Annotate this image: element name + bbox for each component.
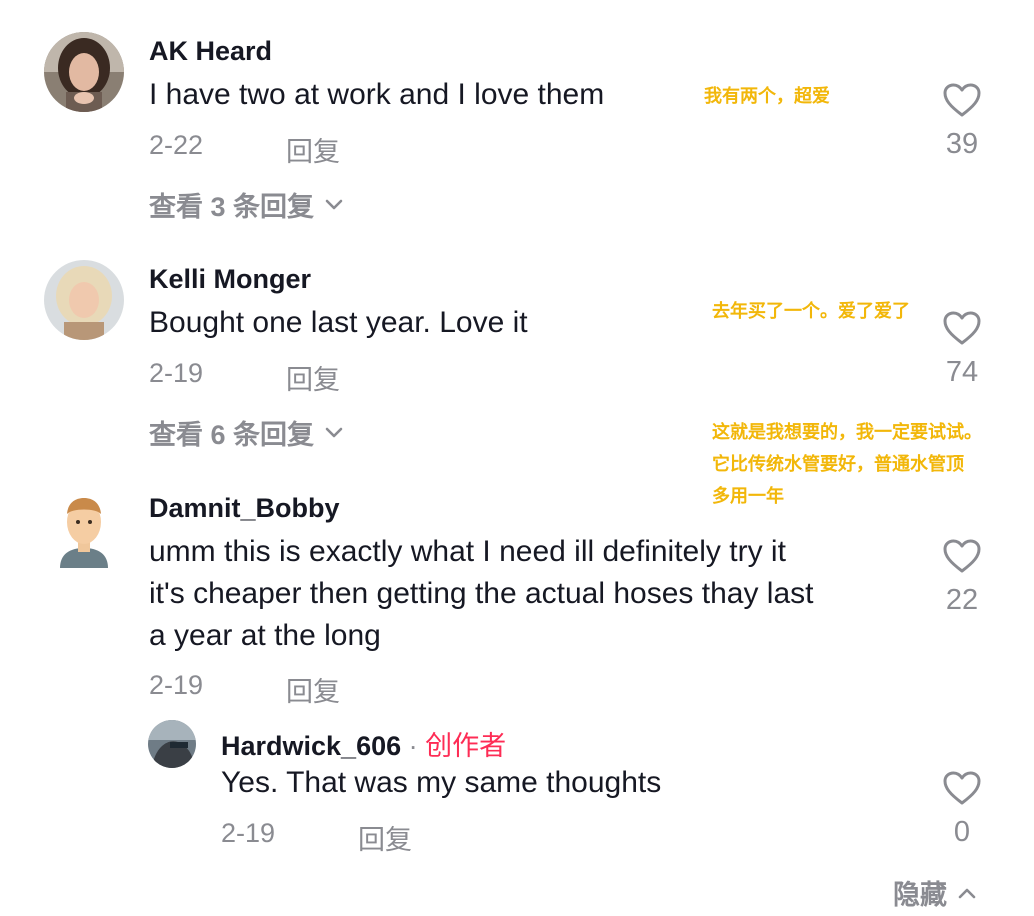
comment-text: umm this is exactly what I need ill defi… — [149, 531, 813, 657]
chevron-down-icon — [325, 199, 343, 209]
reply-button[interactable]: 回复 — [286, 670, 340, 709]
hide-replies-button[interactable]: 隐藏 — [893, 873, 977, 912]
chevron-up-icon — [958, 888, 976, 898]
reply-date: 2-19 — [221, 818, 276, 848]
avatar[interactable] — [44, 32, 124, 112]
comment-date: 2-22 — [149, 130, 204, 160]
annotation-line: 它比传统水管要好，普通水管顶 — [712, 454, 964, 474]
view-replies-label: 查看 6 条回复 — [149, 420, 315, 450]
like-count: 39 — [945, 128, 979, 160]
comment-text: I have two at work and I love them — [149, 78, 605, 111]
comment-date: 2-19 — [149, 358, 204, 388]
annotation-line: 这就是我想要的，我一定要试试。 — [712, 422, 982, 442]
reply-text: Yes. That was my same thoughts — [221, 766, 662, 799]
creator-badge: 创作者 — [425, 731, 507, 761]
annotation-line: 多用一年 — [712, 486, 784, 506]
translation-annotation: 去年买了一个。爱了爱了 — [712, 301, 910, 321]
comment-text-line: umm this is exactly what I need ill defi… — [149, 535, 786, 568]
hide-label: 隐藏 — [893, 880, 947, 910]
reply-button[interactable]: 回复 — [286, 358, 340, 397]
reply-button[interactable]: 回复 — [286, 130, 340, 169]
avatar[interactable] — [54, 490, 114, 570]
view-replies-button[interactable]: 查看 3 条回复 — [149, 185, 344, 224]
reply-button[interactable]: 回复 — [358, 818, 412, 857]
heart-icon[interactable] — [942, 82, 982, 118]
heart-icon[interactable] — [942, 538, 982, 574]
comment-username[interactable]: Damnit_Bobby — [149, 493, 340, 524]
comment-text-line: a year at the long — [149, 619, 381, 652]
reply-username-row: Hardwick_606 · 创作者 — [221, 724, 506, 763]
translation-annotation: 我有两个，超爱 — [704, 86, 830, 106]
comment-username[interactable]: Kelli Monger — [149, 264, 311, 295]
reply-username[interactable]: Hardwick_606 — [221, 731, 401, 761]
comment-username[interactable]: AK Heard — [149, 36, 272, 67]
comment-text: Bought one last year. Love it — [149, 306, 528, 339]
comment-date: 2-19 — [149, 670, 204, 700]
avatar[interactable] — [44, 260, 124, 340]
heart-icon[interactable] — [942, 310, 982, 346]
like-count: 0 — [953, 816, 971, 848]
like-count: 74 — [945, 356, 979, 388]
heart-icon[interactable] — [942, 770, 982, 806]
chevron-down-icon — [325, 427, 343, 437]
avatar[interactable] — [148, 720, 196, 768]
view-replies-button[interactable]: 查看 6 条回复 — [149, 413, 344, 452]
comment-text-line: it's cheaper then getting the actual hos… — [149, 577, 814, 610]
translation-annotation: 这就是我想要的，我一定要试试。 它比传统水管要好，普通水管顶 多用一年 — [712, 416, 982, 512]
like-count: 22 — [945, 584, 979, 616]
view-replies-label: 查看 3 条回复 — [149, 192, 315, 222]
separator-dot: · — [408, 731, 418, 761]
